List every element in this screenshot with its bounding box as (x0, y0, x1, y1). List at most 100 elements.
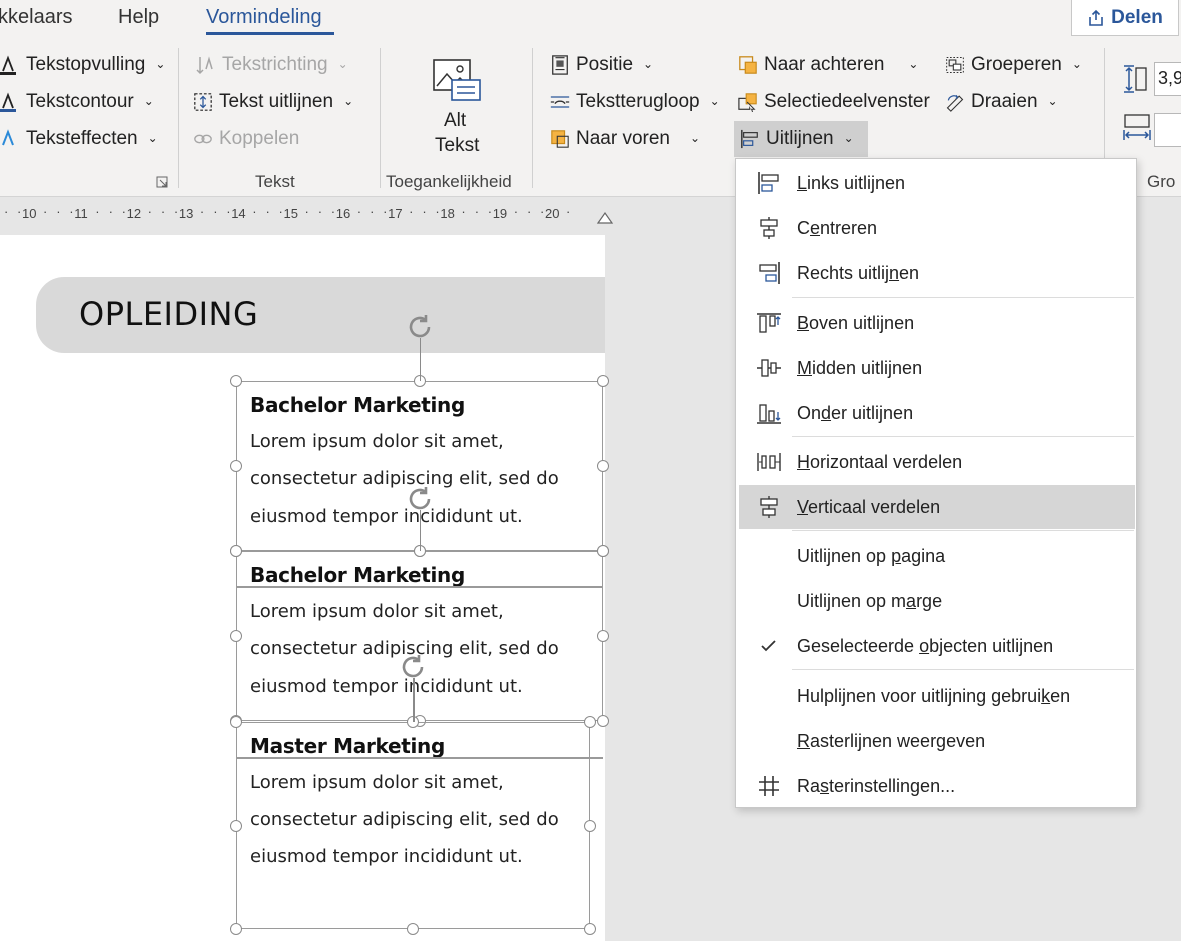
resize-handle[interactable] (597, 460, 609, 472)
resize-handle[interactable] (230, 923, 242, 935)
align-button[interactable]: Uitlijnen ⌄ (740, 128, 854, 150)
resize-handle[interactable] (584, 923, 596, 935)
selection-pane-button[interactable]: Selectiedeelvenster (738, 91, 930, 113)
align-menu-item[interactable]: Boven uitlijnen (736, 301, 1136, 345)
ruler-tick-label: 15 (283, 206, 298, 221)
dialog-launcher-icon[interactable] (156, 176, 168, 188)
text-box-edge (236, 586, 603, 588)
rotate-handle-icon[interactable] (405, 484, 435, 514)
align-menu-item[interactable]: Rechts uitlijnen (736, 251, 1136, 295)
resize-handle[interactable] (597, 545, 609, 557)
resize-handle[interactable] (230, 716, 242, 728)
resize-handle[interactable] (584, 716, 596, 728)
resize-handle[interactable] (230, 375, 242, 387)
ruler-minor-tick: · (422, 204, 427, 219)
bring-forward-button[interactable]: Naar voren ⌄ (550, 128, 700, 150)
resize-handle[interactable] (584, 819, 596, 832)
text-box-edge (236, 757, 603, 759)
text-effects-button[interactable]: Teksteffecten ⌄ (0, 128, 158, 150)
tab-ontwikkelaars[interactable]: kkelaars (0, 6, 72, 29)
group-button[interactable]: Groeperen ⌄ (945, 54, 1082, 76)
resize-handle[interactable] (230, 630, 242, 642)
ruler-minor-tick: · (173, 204, 179, 219)
text-fill-button[interactable]: Tekstopvulling ⌄ (0, 54, 165, 76)
resize-handle[interactable] (230, 460, 242, 472)
entry-text-line[interactable]: Lorem ipsum dolor sit amet, (250, 431, 504, 452)
align-menu-item[interactable]: Rasterinstellingen... (736, 764, 1136, 808)
ruler-minor-tick: · (330, 204, 336, 219)
position-button[interactable]: Positie ⌄ (550, 54, 653, 76)
align-text-button[interactable]: Tekst uitlijnen ⌄ (193, 91, 353, 113)
wrap-text-button[interactable]: Tekstterugloop ⌄ (550, 91, 720, 113)
tab-vormindeling[interactable]: Vormindeling (206, 6, 322, 29)
rotate-handle-icon[interactable] (405, 312, 435, 342)
group-separator (178, 48, 179, 188)
ruler-minor-tick: · (513, 204, 519, 219)
chevron-down-icon: ⌄ (143, 94, 154, 108)
ruler-minor-tick: · (278, 204, 283, 219)
resize-handle[interactable] (230, 545, 242, 557)
chevron-down-icon: ⌄ (155, 57, 166, 71)
text-direction-button[interactable]: Tekstrichting ⌄ (196, 54, 348, 76)
align-left-icon (758, 172, 779, 194)
align-dropdown-menu: Links uitlijnen Centreren Rechts uitlijnen… (735, 158, 1137, 808)
tab-help[interactable]: Help (118, 6, 159, 29)
bring-forward-icon (551, 130, 569, 148)
shape-width-input[interactable] (1154, 113, 1181, 147)
resize-handle[interactable] (597, 630, 609, 642)
group-separator (380, 48, 381, 188)
ruler-minor-tick: · (304, 204, 309, 219)
ruler-minor-tick: · (226, 204, 231, 219)
align-menu-item[interactable]: Geselecteerde objecten uitlijnen (736, 624, 1136, 668)
resize-handle[interactable] (230, 819, 242, 832)
resize-handle[interactable] (597, 715, 609, 727)
align-text-icon (194, 93, 212, 111)
entry-title[interactable]: Bachelor Marketing (250, 393, 465, 417)
entry-title[interactable]: Bachelor Marketing (250, 563, 465, 587)
align-menu-item[interactable]: Centreren (736, 206, 1136, 250)
ruler-minor-tick: · (252, 204, 257, 219)
text-contour-button[interactable]: Tekstcontour ⌄ (0, 91, 154, 113)
shape-height-input[interactable]: 3,9 (1154, 62, 1181, 96)
align-menu-item[interactable]: Verticaal verdelen (739, 485, 1135, 529)
align-menu-item[interactable]: Horizontaal verdelen (736, 440, 1136, 484)
chevron-down-icon: ⌄ (709, 94, 720, 108)
link-button[interactable]: Koppelen (193, 128, 299, 150)
alt-text-button[interactable]: Alt Tekst (420, 56, 494, 156)
align-menu-item-label: Rechts uitlijnen (797, 262, 920, 283)
align-menu-item[interactable]: Midden uitlijnen (736, 346, 1136, 390)
entry-text-line[interactable]: eiusmod tempor incididunt ut. (250, 676, 523, 697)
rotate-handle-icon[interactable] (398, 652, 428, 682)
send-backward-button[interactable]: Naar achteren ⌄ (738, 54, 918, 76)
entry-title[interactable]: Master Marketing (250, 734, 445, 758)
align-menu-item-label: Uitlijnen op marge (797, 590, 943, 611)
ruler-minor-tick: · (487, 204, 493, 219)
entry-text-line[interactable]: Lorem ipsum dolor sit amet, (250, 772, 504, 793)
chevron-down-icon: ⌄ (337, 57, 348, 71)
align-center-icon (760, 217, 778, 239)
align-menu-item[interactable]: Uitlijnen op pagina (736, 534, 1136, 578)
align-menu-item[interactable]: Uitlijnen op marge (736, 579, 1136, 623)
section-title[interactable]: OPLEIDING (79, 295, 258, 333)
group-icon (946, 57, 964, 73)
entry-text-line[interactable]: Lorem ipsum dolor sit amet, (250, 601, 504, 622)
resize-handle[interactable] (407, 923, 419, 935)
align-menu-item-label: Hulplijnen voor uitlijning gebruiken (797, 685, 1071, 706)
entry-text-line[interactable]: eiusmod tempor incididunt ut. (250, 846, 523, 867)
align-menu-item[interactable]: Hulplijnen voor uitlijning gebruiken (736, 674, 1136, 718)
align-menu-item[interactable]: Rasterlijnen weergeven (736, 719, 1136, 763)
entry-text-line[interactable]: consectetur adipiscing elit, sed do (250, 809, 559, 830)
ruler-minor-tick: · (147, 204, 152, 219)
ruler-minor-tick: · (108, 204, 113, 219)
menu-separator (792, 669, 1134, 670)
entry-text-line[interactable]: eiusmod tempor incididunt ut. (250, 506, 523, 527)
resize-handle[interactable] (597, 375, 609, 387)
share-button[interactable]: Delen (1071, 0, 1179, 36)
chevron-down-icon: ⌄ (908, 57, 919, 71)
alt-text-label-2: Tekst (435, 135, 480, 156)
align-menu-item[interactable]: Onder uitlijnen (736, 391, 1136, 435)
rotate-button[interactable]: Draaien ⌄ (945, 91, 1058, 113)
ruler-indent-marker[interactable] (596, 210, 614, 224)
align-menu-item[interactable]: Links uitlijnen (736, 161, 1136, 205)
ruler-tick-label: 14 (231, 206, 246, 221)
